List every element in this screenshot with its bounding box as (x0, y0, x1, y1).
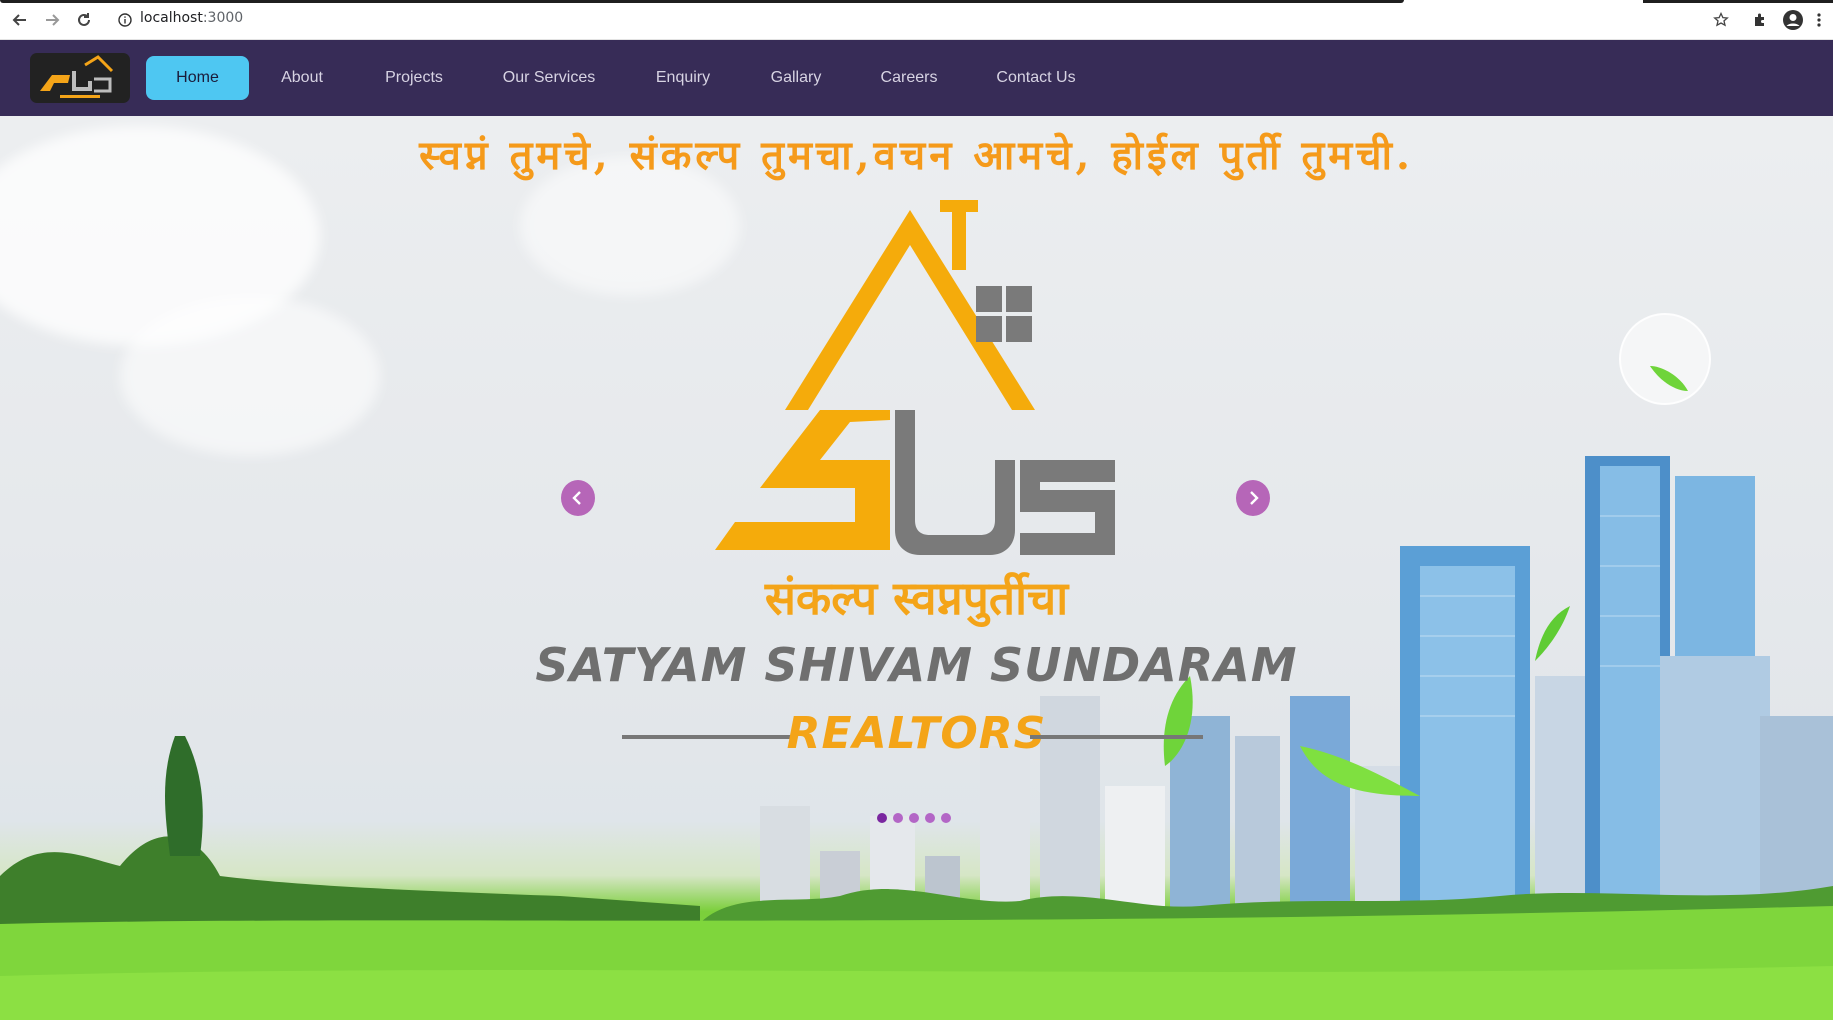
url-host: localhost (140, 10, 203, 26)
carousel-prev-button[interactable] (561, 480, 595, 516)
carousel-next-button[interactable] (1236, 480, 1270, 516)
nav-our-services[interactable]: Our Services (494, 56, 604, 100)
divider-line (1030, 735, 1203, 739)
brand-name: SATYAM SHIVAM SUNDARAM (535, 638, 1298, 692)
info-icon[interactable] (117, 12, 133, 28)
nav-projects[interactable]: Projects (370, 56, 458, 100)
hero-carousel: स्वप्नं तुमचे, संकल्प तुमचा,वचन आमचे, हो… (0, 116, 1833, 1020)
address-bar[interactable]: localhost:3000 (140, 10, 243, 26)
chevron-left-icon (572, 491, 581, 505)
carousel-dot-1[interactable] (877, 813, 887, 823)
back-arrow-icon[interactable] (8, 8, 32, 32)
profile-icon[interactable] (1781, 8, 1805, 32)
nav-gallary[interactable]: Gallary (760, 56, 832, 100)
chevron-right-icon (1250, 491, 1259, 505)
carousel-dot-2[interactable] (893, 813, 903, 823)
url-port: :3000 (202, 10, 244, 26)
nav-enquiry[interactable]: Enquiry (640, 56, 726, 100)
reload-icon[interactable] (72, 8, 96, 32)
forward-arrow-icon[interactable] (40, 8, 64, 32)
carousel-dot-4[interactable] (925, 813, 935, 823)
star-icon[interactable] (1709, 8, 1733, 32)
browser-toolbar: localhost:3000 (0, 0, 1833, 40)
tab-strip (0, 0, 1404, 3)
nav-about[interactable]: About (264, 56, 340, 100)
carousel-dot-5[interactable] (941, 813, 951, 823)
nav-careers[interactable]: Careers (870, 56, 948, 100)
hero-slogan: स्वप्नं तुमचे, संकल्प तुमचा,वचन आमचे, हो… (419, 132, 1414, 179)
nav-home[interactable]: Home (146, 56, 249, 100)
hero-tagline: संकल्प स्वप्नपुर्तीचा (764, 571, 1069, 625)
sss-house-logo (715, 200, 1115, 555)
site-logo[interactable] (30, 53, 130, 103)
brand-subtitle: REALTORS (786, 708, 1047, 759)
nav-contact-us[interactable]: Contact Us (985, 56, 1087, 100)
carousel-indicators (877, 813, 951, 823)
carousel-dot-3[interactable] (909, 813, 919, 823)
extension-puzzle-icon[interactable] (1748, 8, 1772, 32)
tab-strip-right (1643, 0, 1833, 3)
kebab-menu-icon[interactable] (1811, 8, 1827, 32)
